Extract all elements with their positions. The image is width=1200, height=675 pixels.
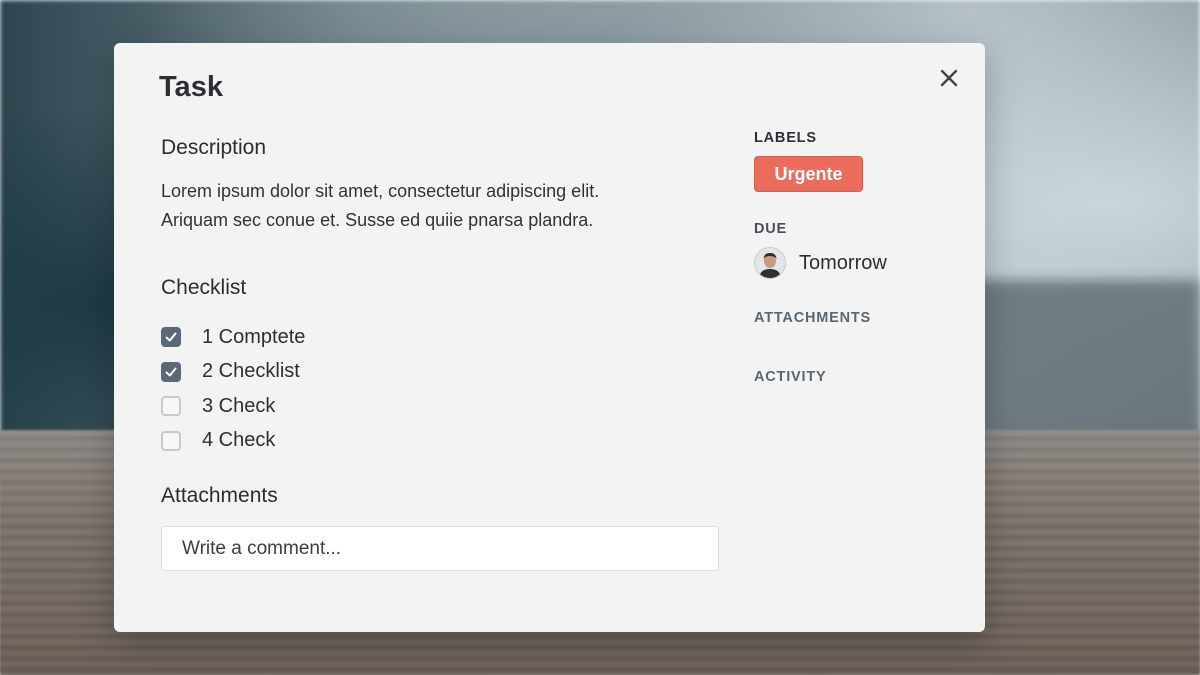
background-panel (960, 280, 1200, 440)
checklist: 1 Comptete 2 Checklist 3 Check 4 Check (161, 320, 305, 458)
description-text[interactable]: Lorem ipsum dolor sit amet, consectetur … (161, 177, 741, 235)
checklist-heading: Checklist (161, 276, 247, 299)
attachments-sidebar-heading[interactable]: ATTACHMENTS (754, 310, 871, 326)
checkmark-icon (165, 332, 177, 342)
checkbox-unchecked[interactable] (161, 396, 181, 417)
checkbox-checked[interactable] (161, 361, 181, 382)
close-icon (940, 69, 958, 87)
close-button[interactable] (936, 65, 962, 91)
checklist-item-label: 1 Comptete (202, 325, 306, 348)
description-line: Ariquam sec conue et. Susse ed quiie pna… (161, 210, 594, 230)
checkbox-checked[interactable] (161, 327, 181, 348)
checklist-item-label: 2 Checklist (202, 360, 300, 383)
task-modal: Task Description Lorem ipsum dolor sit a… (114, 43, 985, 632)
comment-input[interactable] (161, 526, 719, 571)
due-date[interactable]: Tomorrow (754, 247, 887, 279)
avatar-icon (755, 248, 785, 278)
checklist-item[interactable]: 2 Checklist (161, 355, 305, 390)
checklist-item-label: 4 Check (202, 429, 276, 452)
checklist-item-label: 3 Check (202, 394, 276, 417)
user-avatar (754, 247, 786, 279)
attachments-heading: Attachments (161, 484, 278, 507)
due-heading: DUE (754, 221, 788, 237)
due-value: Tomorrow (799, 251, 887, 274)
checkmark-icon (165, 367, 177, 377)
checklist-item[interactable]: 4 Check (161, 424, 305, 459)
labels-heading: LABELS (754, 130, 817, 146)
checkbox-unchecked[interactable] (161, 430, 181, 451)
description-heading: Description (161, 136, 267, 159)
modal-title: Task (159, 71, 223, 103)
checklist-item[interactable]: 3 Check (161, 389, 305, 424)
description-line: Lorem ipsum dolor sit amet, consectetur … (161, 181, 600, 201)
label-badge-urgente[interactable]: Urgente (754, 156, 863, 192)
activity-heading[interactable]: ACTIVITY (754, 369, 826, 385)
checklist-item[interactable]: 1 Comptete (161, 320, 305, 355)
